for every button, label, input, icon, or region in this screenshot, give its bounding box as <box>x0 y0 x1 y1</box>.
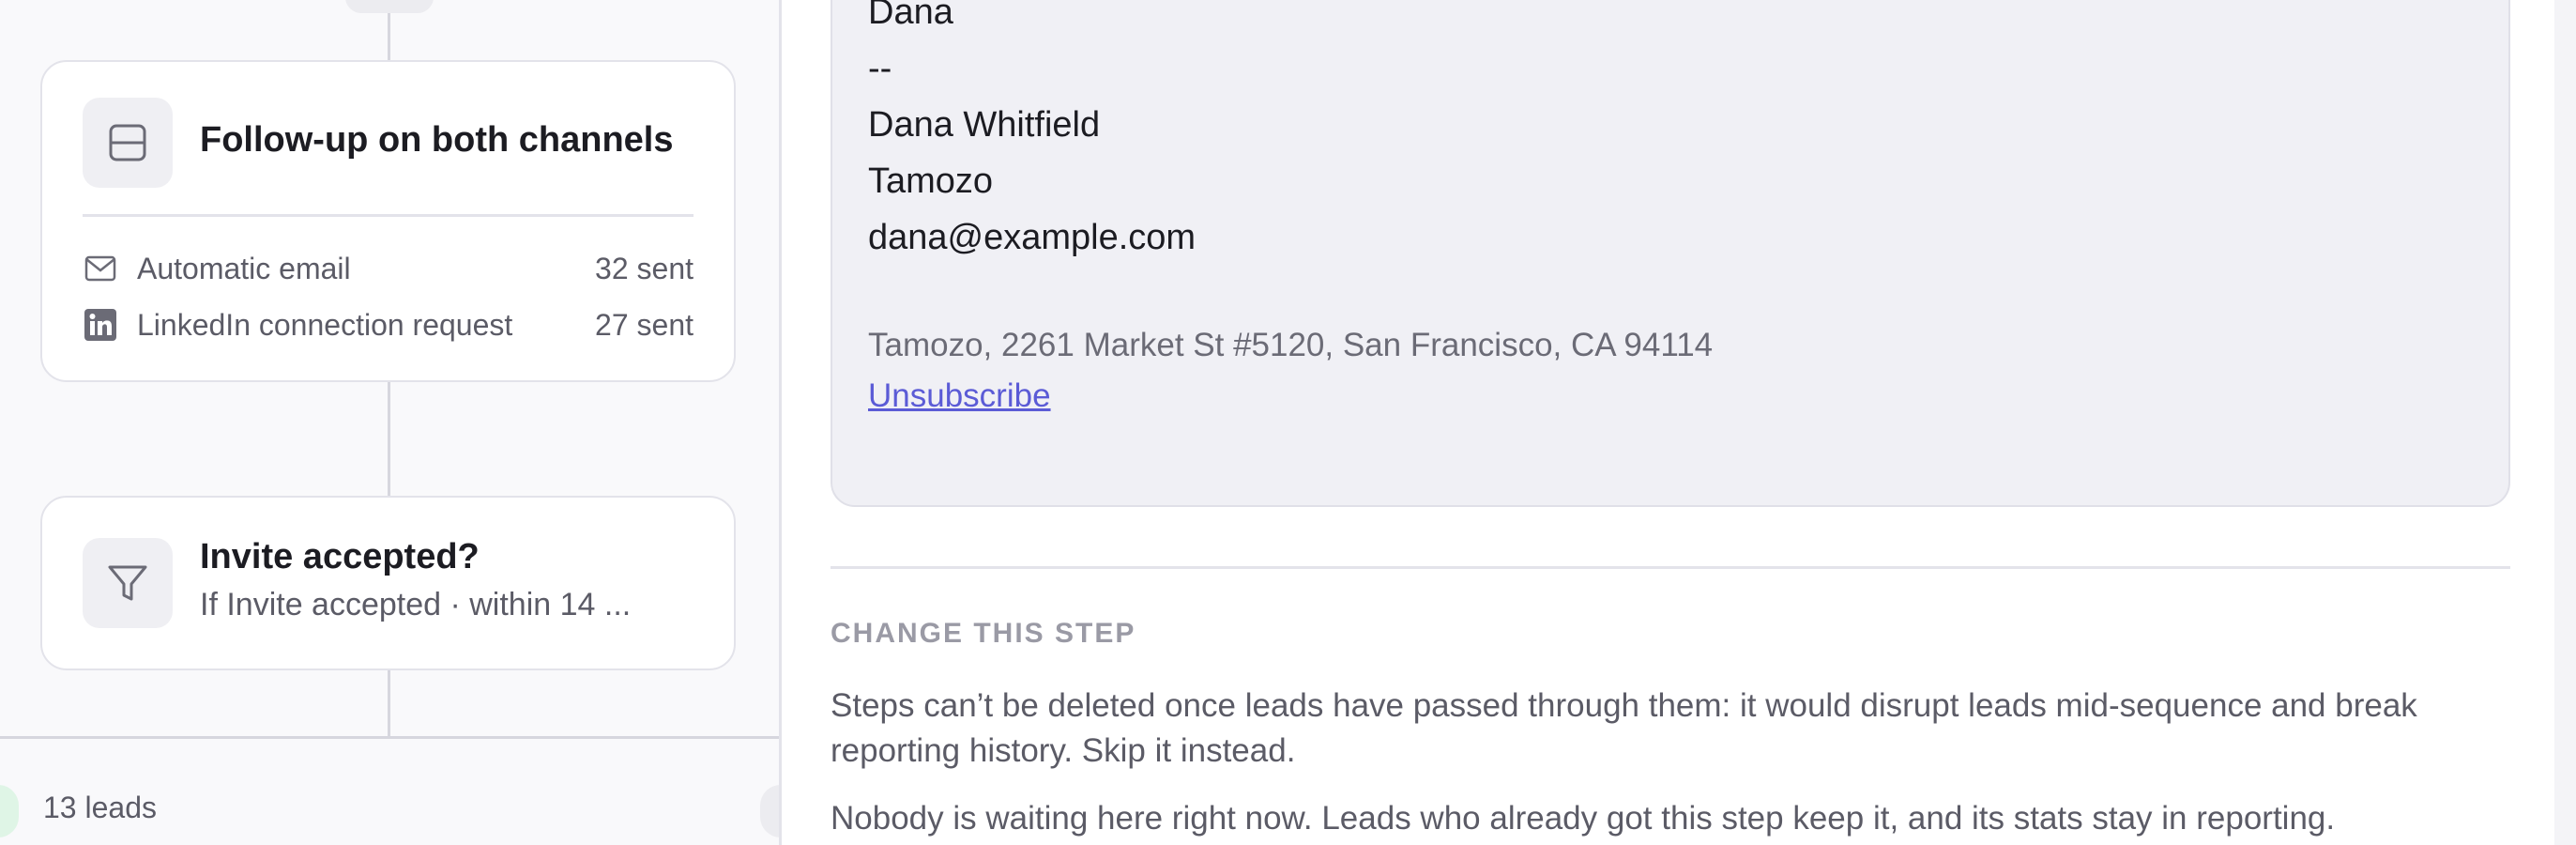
channel-row-linkedin: LinkedIn connection request 27 sent <box>83 304 694 346</box>
signature-separator: -- <box>868 49 892 88</box>
channel-row-email: Automatic email 32 sent <box>83 248 694 289</box>
mail-icon <box>83 251 118 286</box>
footer-address: Tamozo, 2261 Market St #5120, San Franci… <box>868 327 1714 363</box>
previous-step-node[interactable] <box>345 0 434 13</box>
card-divider <box>83 214 694 217</box>
linkedin-icon <box>83 307 118 343</box>
connector-line <box>388 380 390 497</box>
section-divider <box>831 566 2510 569</box>
waiting-explanation: Nobody is waiting here right now. Leads … <box>831 800 2336 837</box>
channel-label: Automatic email <box>137 251 351 285</box>
leads-count: 13 leads <box>43 791 157 824</box>
channel-label: LinkedIn connection request <box>137 307 513 342</box>
signature-name: Dana Whitfield <box>868 105 1101 145</box>
channel-count: 32 sent <box>595 251 694 285</box>
condition-step-card[interactable]: Invite accepted? If Invite accepted · wi… <box>40 496 736 670</box>
email-preview: Dana -- Dana Whitfield Tamozo dana@examp… <box>831 0 2510 507</box>
unsubscribe-link[interactable]: Unsubscribe <box>868 377 1051 415</box>
channel-count: 27 sent <box>595 307 694 342</box>
step-title: Invite accepted? <box>200 537 480 576</box>
branch-line <box>0 736 779 739</box>
step-subtitle: If Invite accepted · within 14 ... <box>200 587 632 622</box>
signoff-name: Dana <box>868 0 953 32</box>
split-box-icon <box>83 98 173 188</box>
section-heading: CHANGE THIS STEP <box>831 618 1136 649</box>
sequence-canvas[interactable]: Follow-up on both channels Automatic ema… <box>0 0 801 845</box>
step-detail-panel: Dana -- Dana Whitfield Tamozo dana@examp… <box>779 0 2576 845</box>
signature-company: Tamozo <box>868 161 994 201</box>
filter-icon <box>83 538 173 628</box>
scrollbar-track[interactable] <box>2554 0 2576 845</box>
leads-branch-row: 13 leads <box>0 785 801 841</box>
followup-step-card[interactable]: Follow-up on both channels Automatic ema… <box>40 60 736 382</box>
connector-line <box>388 668 390 736</box>
delete-explanation: Steps can’t be deleted once leads have p… <box>831 687 2417 769</box>
signature-email: dana@example.com <box>868 218 1197 257</box>
leads-branch-node[interactable] <box>0 785 19 837</box>
step-title: Follow-up on both channels <box>200 120 674 160</box>
